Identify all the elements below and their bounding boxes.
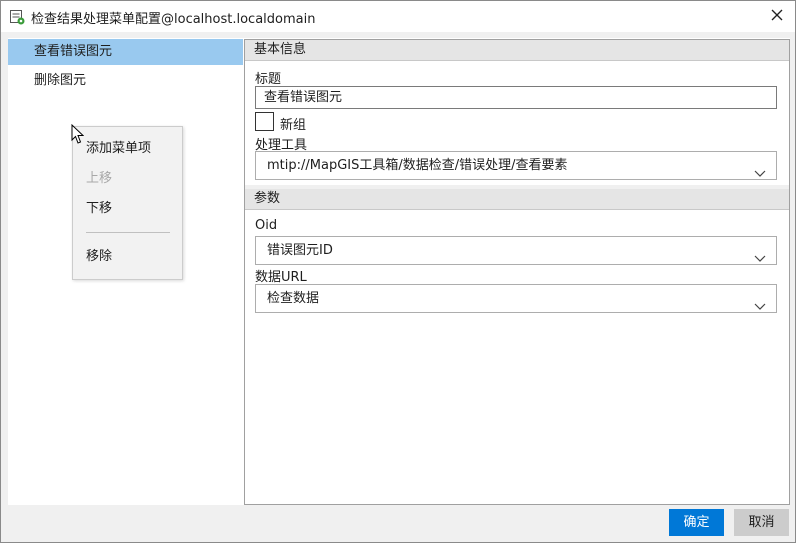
menu-separator [86, 232, 170, 233]
chevron-down-icon [754, 161, 766, 177]
basic-info-group: 基本信息 标题 查看错误图元 新组 处理工具 mtip://MapGIS工具箱/… [245, 40, 789, 185]
ok-button[interactable]: 确定 [669, 509, 724, 536]
mouse-cursor-icon [71, 123, 85, 145]
list-item-label: 删除图元 [34, 73, 87, 88]
chevron-down-icon [754, 294, 766, 310]
chevron-down-icon [754, 246, 766, 262]
cancel-button[interactable]: 取消 [734, 509, 789, 536]
context-menu: 添加菜单项 上移 下移 移除 [72, 126, 183, 280]
title-label: 标题 [255, 72, 282, 87]
title-input[interactable]: 查看错误图元 [255, 86, 777, 109]
oid-dropdown[interactable]: 错误图元ID [255, 236, 777, 265]
oid-value: 错误图元ID [267, 243, 333, 258]
tool-dropdown[interactable]: mtip://MapGIS工具箱/数据检查/错误处理/查看要素 [255, 151, 777, 180]
menu-item-move-up: 上移 [86, 171, 113, 186]
menu-item-remove[interactable]: 移除 [73, 245, 182, 269]
list-item-view-error[interactable]: 查看错误图元 [8, 39, 243, 65]
new-group-checkbox[interactable] [255, 112, 274, 131]
tool-value: mtip://MapGIS工具箱/数据检查/错误处理/查看要素 [267, 158, 568, 173]
window-title: 检查结果处理菜单配置@localhost.localdomain [31, 12, 316, 27]
params-header: 参数 [245, 189, 789, 210]
list-item-delete[interactable]: 删除图元 [8, 68, 243, 94]
close-icon [771, 9, 783, 25]
basic-info-header: 基本信息 [245, 40, 789, 61]
list-item-label: 查看错误图元 [34, 44, 113, 59]
new-group-label: 新组 [280, 118, 307, 133]
url-dropdown[interactable]: 检查数据 [255, 284, 777, 313]
params-group: 参数 Oid 错误图元ID 数据URL 检查数据 [245, 189, 789, 504]
config-window-icon [9, 9, 25, 25]
menu-item-move-down[interactable]: 下移 [73, 197, 182, 221]
title-bar[interactable]: 检查结果处理菜单配置@localhost.localdomain [1, 1, 795, 32]
properties-panel: 基本信息 标题 查看错误图元 新组 处理工具 mtip://MapGIS工具箱/… [244, 39, 790, 505]
menu-item-add[interactable]: 添加菜单项 [73, 137, 182, 161]
url-label: 数据URL [255, 270, 307, 285]
url-value: 检查数据 [267, 291, 320, 306]
close-button[interactable] [759, 1, 795, 32]
oid-label: Oid [255, 218, 278, 233]
dialog-window: 检查结果处理菜单配置@localhost.localdomain 查看错误图元 … [0, 0, 796, 543]
